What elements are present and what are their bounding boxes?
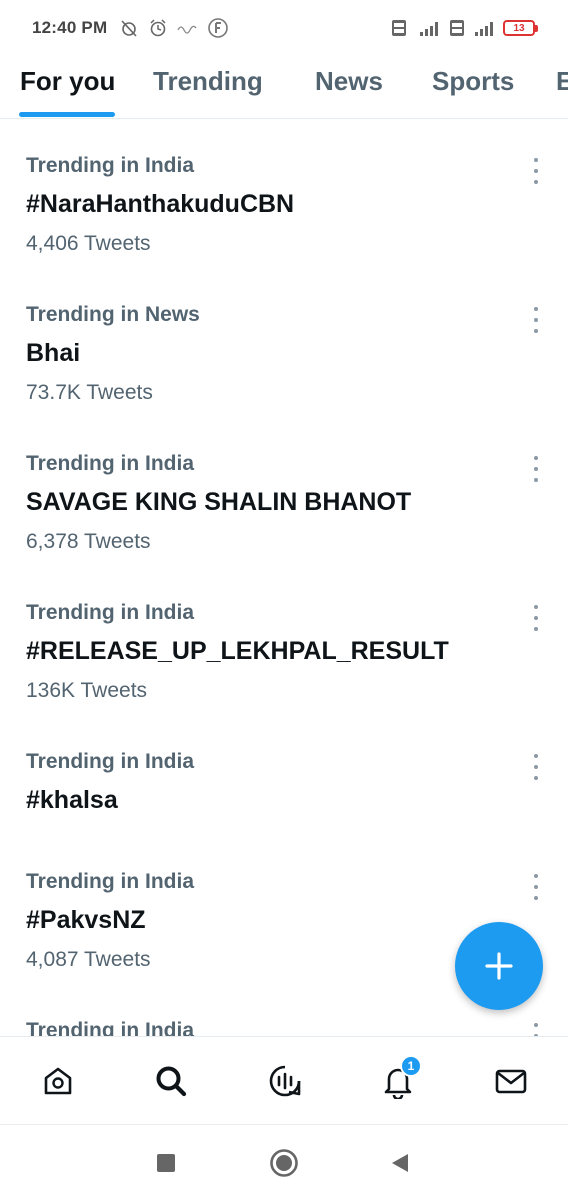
more-options-icon[interactable] xyxy=(528,158,544,184)
trend-item[interactable]: Trending in India #NaraHanthakuduCBN 4,4… xyxy=(0,128,568,268)
more-options-icon[interactable] xyxy=(528,1023,544,1036)
trend-name: Bhai xyxy=(26,339,81,367)
messages-icon xyxy=(495,1069,527,1094)
volte-icon xyxy=(391,19,407,37)
trend-item[interactable]: Trending in India #RELEASE_UP_LEKHPAL_RE… xyxy=(0,575,568,715)
spaces-icon xyxy=(269,1065,301,1097)
recents-button[interactable] xyxy=(150,1147,182,1179)
status-time: 12:40 PM xyxy=(32,18,108,37)
notifications-tab[interactable]: 1 xyxy=(376,1055,422,1103)
recents-icon xyxy=(157,1154,175,1172)
volte-icon xyxy=(449,19,465,37)
home-button[interactable] xyxy=(268,1147,300,1179)
status-icons-left xyxy=(119,18,229,38)
trend-context: Trending in India xyxy=(26,154,194,177)
battery-icon: 13 xyxy=(503,20,538,36)
trend-tweet-count: 136K Tweets xyxy=(26,679,148,702)
signal-4g-icon xyxy=(414,18,442,38)
trend-context: Trending in India xyxy=(26,870,194,893)
trend-item[interactable]: Trending in News Bhai 73.7K Tweets xyxy=(0,277,568,417)
trend-context: Trending in News xyxy=(26,303,200,326)
trend-context: Trending in India xyxy=(26,750,194,773)
home-icon xyxy=(44,1067,72,1095)
flipkart-icon xyxy=(208,18,229,38)
status-bar: 12:40 PM 13 xyxy=(0,0,568,56)
bottom-navigation: 1 xyxy=(0,1036,568,1124)
trend-name: #khalsa xyxy=(26,786,118,814)
search-icon xyxy=(156,1066,187,1097)
alarm-off-icon xyxy=(119,18,139,38)
trend-item[interactable]: Trending in India #khalsa xyxy=(0,724,568,844)
tab-news[interactable]: News xyxy=(315,66,383,97)
tab-sports[interactable]: Sports xyxy=(432,66,514,97)
compose-tweet-button[interactable] xyxy=(455,922,543,1010)
back-icon xyxy=(392,1154,408,1172)
trend-tweet-count: 4,087 Tweets xyxy=(26,948,151,971)
home-circle-icon xyxy=(270,1149,298,1177)
system-navigation-bar xyxy=(0,1124,568,1200)
tab-for-you[interactable]: For you xyxy=(20,66,115,97)
trend-name: #NaraHanthakuduCBN xyxy=(26,190,295,218)
notification-count-badge: 1 xyxy=(400,1055,422,1077)
trend-tweet-count: 4,406 Tweets xyxy=(26,232,151,255)
active-tab-indicator xyxy=(19,112,115,117)
trend-context: Trending in India xyxy=(26,601,194,624)
trend-tweet-count: 6,378 Tweets xyxy=(26,530,151,553)
more-options-icon[interactable] xyxy=(528,605,544,631)
status-icons-right: 13 xyxy=(391,18,538,38)
messages-tab[interactable] xyxy=(489,1059,533,1103)
more-options-icon[interactable] xyxy=(528,754,544,780)
trend-name: #PakvsNZ xyxy=(26,906,146,934)
signal-icon xyxy=(472,18,496,38)
tab-entertainment[interactable]: E xyxy=(556,66,568,97)
back-button[interactable] xyxy=(384,1147,416,1179)
home-tab[interactable] xyxy=(36,1059,80,1103)
app-notification-icon xyxy=(177,22,199,34)
more-options-icon[interactable] xyxy=(528,456,544,482)
plus-icon xyxy=(485,952,513,980)
trend-context: Trending in India xyxy=(26,1019,194,1036)
trend-list: Trending in India #NaraHanthakuduCBN 4,4… xyxy=(0,120,568,1036)
more-options-icon[interactable] xyxy=(528,307,544,333)
trend-tweet-count: 73.7K Tweets xyxy=(26,381,153,404)
trend-name: SAVAGE KING SHALIN BHANOT xyxy=(26,488,412,516)
spaces-tab[interactable] xyxy=(263,1059,307,1103)
trend-name: #RELEASE_UP_LEKHPAL_RESULT xyxy=(26,637,449,665)
alarm-icon xyxy=(148,18,168,38)
battery-level: 13 xyxy=(503,20,535,36)
tab-trending[interactable]: Trending xyxy=(153,66,263,97)
trend-item[interactable]: Trending in India SAVAGE KING SHALIN BHA… xyxy=(0,426,568,566)
more-options-icon[interactable] xyxy=(528,874,544,900)
trend-context: Trending in India xyxy=(26,452,194,475)
explore-tab[interactable] xyxy=(149,1059,193,1103)
explore-tabs: For you Trending News Sports E xyxy=(0,56,568,119)
